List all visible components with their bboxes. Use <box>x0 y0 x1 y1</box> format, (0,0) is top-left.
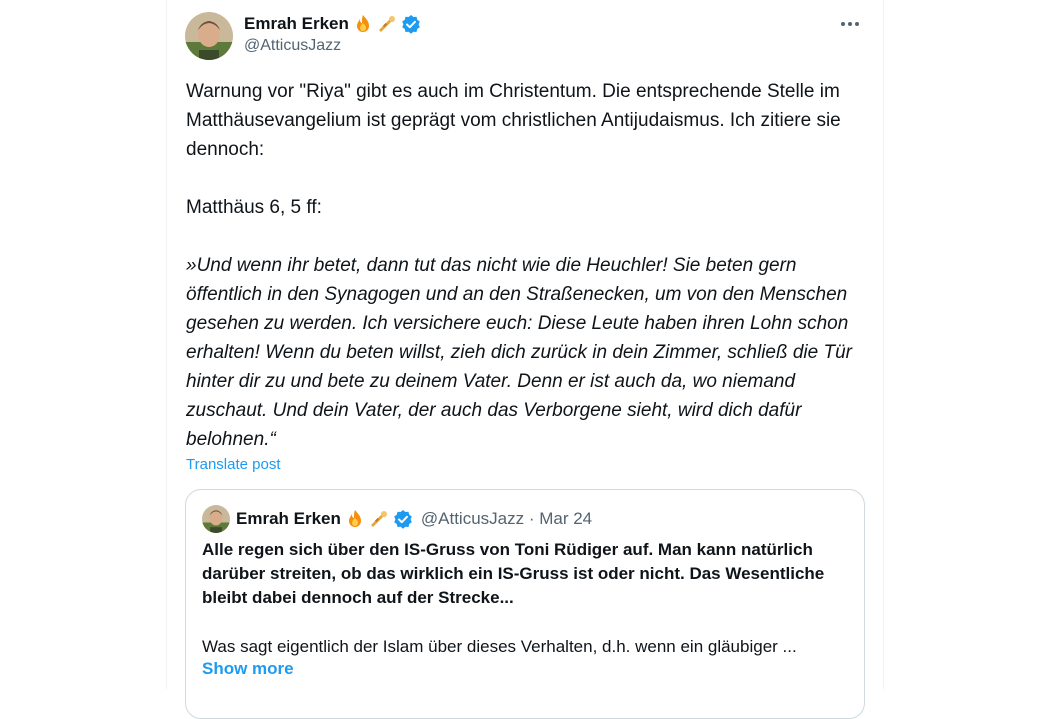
quoted-author-handle-date: @AtticusJazz · Mar 24 <box>420 509 593 528</box>
quoted-post-text: Was sagt eigentlich der Islam über diese… <box>202 637 797 656</box>
author-name[interactable]: Emrah Erken <box>244 14 349 34</box>
post-body: Warnung vor "Riya" gibt es auch im Chris… <box>186 77 866 454</box>
quoted-author-avatar <box>202 505 230 533</box>
quoted-author-name: Emrah Erken <box>236 509 341 528</box>
timeline-column: Emrah Erken @AtticusJazz Warnung vor "Ri… <box>166 0 884 719</box>
post: Emrah Erken @AtticusJazz Warnung vor "Ri… <box>167 0 883 719</box>
show-more-link[interactable]: Show more <box>202 659 294 679</box>
author-handle[interactable]: @AtticusJazz <box>244 37 341 55</box>
post-paragraph: Warnung vor "Riya" gibt es auch im Chris… <box>186 81 841 160</box>
author-name-row: Emrah Erken <box>244 13 421 35</box>
bible-quote: »Und wenn ihr betet, dann tut das nicht … <box>186 255 853 450</box>
trumpet-emoji-icon <box>377 14 397 34</box>
trumpet-emoji-icon <box>369 509 389 529</box>
quoted-post-bold-text: Alle regen sich über den IS-Gruss von To… <box>202 540 825 607</box>
more-options-icon[interactable] <box>835 12 865 36</box>
post-paragraph: Matthäus 6, 5 ff: <box>186 197 322 218</box>
fire-emoji-icon <box>345 509 365 529</box>
author-avatar[interactable] <box>185 12 233 60</box>
translate-post-link[interactable]: Translate post <box>186 456 281 473</box>
quoted-post-card[interactable]: Emrah Erken @AtticusJazz · Mar 24 Alle r… <box>185 489 865 719</box>
quoted-header: Emrah Erken @AtticusJazz · Mar 24 <box>236 508 592 530</box>
fire-emoji-icon <box>353 14 373 34</box>
verified-badge-icon <box>401 14 421 34</box>
verified-badge-icon <box>393 509 413 529</box>
